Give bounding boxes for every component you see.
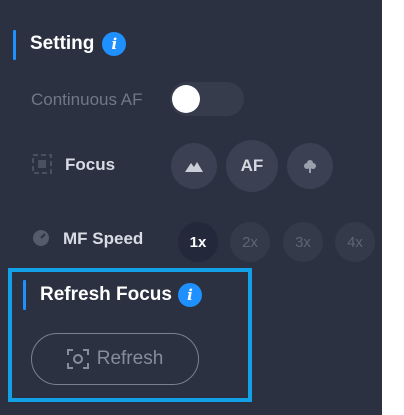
focus-label: Focus [65,155,116,174]
mf-speed-1x-button[interactable]: 1x [178,222,218,262]
flower-macro-icon [302,158,318,174]
refresh-button-label: Refresh [96,348,164,369]
refresh-focus-title: Refresh Focus [40,284,172,305]
mf-speed-2x-label: 2x [242,233,258,251]
mf-speed-2x-button[interactable]: 2x [230,222,270,262]
refresh-accent-bar [23,280,26,310]
focus-frame-icon [31,153,53,175]
settings-panel: Setting i Continuous AF Focus AF MF Spee… [0,0,382,415]
setting-title: Setting [30,33,95,54]
focus-macro-button[interactable] [287,143,333,189]
refresh-focus-icon [66,349,89,369]
focus-af-button[interactable]: AF [226,140,278,192]
focus-af-label: AF [240,156,264,175]
info-icon[interactable]: i [102,32,127,56]
continuous-af-label: Continuous AF [31,90,143,109]
mf-speed-label: MF Speed [63,229,144,248]
refresh-info-icon[interactable]: i [177,283,202,307]
mf-speed-3x-label: 3x [295,233,311,251]
mf-speed-1x-label: 1x [189,233,207,251]
focus-landscape-button[interactable] [171,143,217,189]
mf-speed-icon [30,227,52,249]
section-accent-bar [13,30,16,60]
mountain-icon [184,159,204,173]
mf-speed-3x-button[interactable]: 3x [283,222,323,262]
toggle-knob [172,85,200,113]
continuous-af-toggle[interactable] [170,82,244,116]
mf-speed-4x-label: 4x [347,233,363,251]
refresh-button[interactable]: Refresh [31,333,199,385]
mf-speed-4x-button[interactable]: 4x [335,222,375,262]
refresh-focus-header: Refresh Focus i [40,283,202,307]
setting-header: Setting i [30,32,127,56]
